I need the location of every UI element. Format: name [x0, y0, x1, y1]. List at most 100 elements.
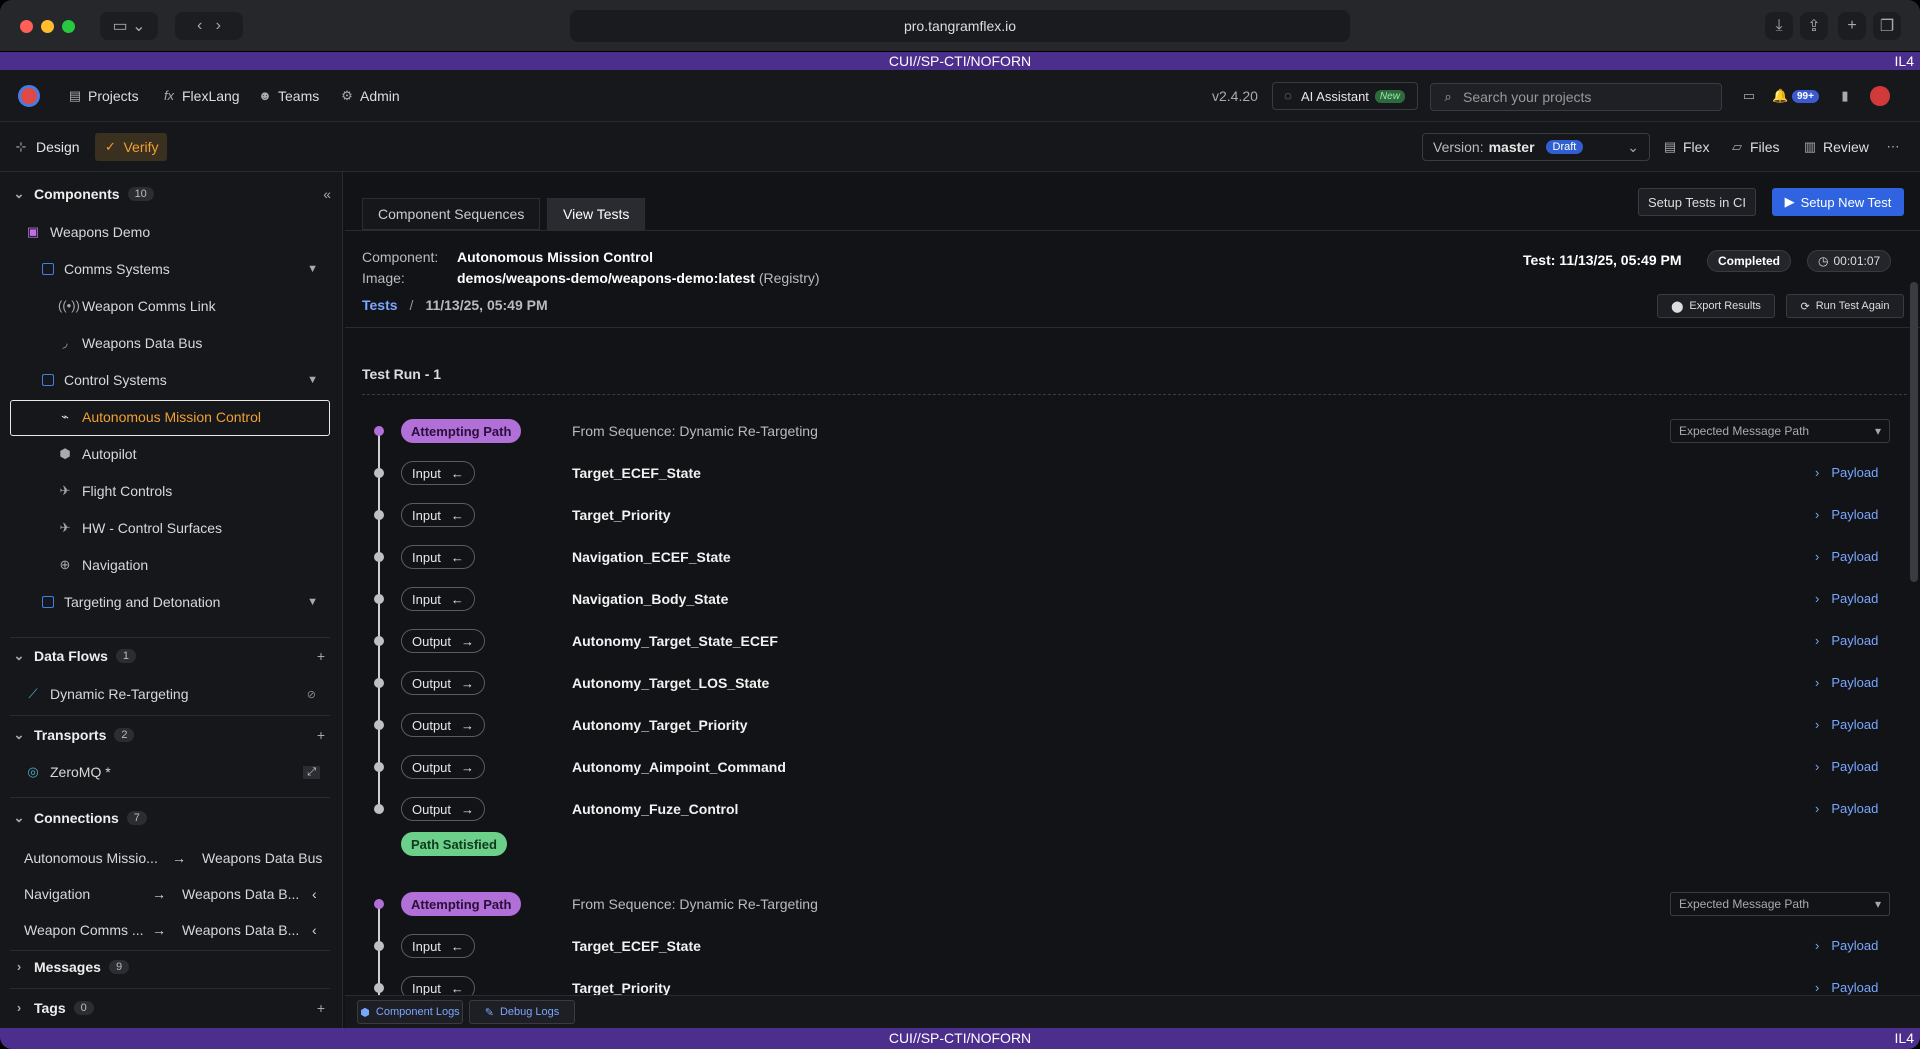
group-icon: [42, 596, 54, 608]
tab-component-sequences[interactable]: Component Sequences: [362, 198, 541, 230]
payload-toggle[interactable]: › Payload: [1815, 507, 1878, 522]
add-data-flow-icon[interactable]: +: [317, 648, 325, 664]
tabs-overview-icon[interactable]: ❐: [1873, 12, 1901, 40]
review-button[interactable]: ▥ Review: [1803, 122, 1869, 172]
connection-to: Weapons Data Bus: [202, 850, 323, 866]
payload-toggle[interactable]: › Payload: [1815, 717, 1878, 732]
sidebar-toggle-icon[interactable]: ▭ ⌄: [100, 12, 158, 40]
tree-item-hw-control-surfaces[interactable]: ✈ HW - Control Surfaces: [58, 520, 223, 536]
logo-icon[interactable]: [18, 70, 40, 122]
share-icon[interactable]: ⇪: [1800, 12, 1828, 40]
connection-item[interactable]: Navigation → Weapons Data B... ‹: [24, 886, 317, 902]
payload-toggle[interactable]: › Payload: [1815, 591, 1878, 606]
docs-icon[interactable]: ▮: [1838, 70, 1852, 122]
files-button[interactable]: ▱ Files: [1730, 122, 1780, 172]
download-icon[interactable]: ⤓: [1765, 12, 1793, 40]
payload-toggle[interactable]: › Payload: [1815, 759, 1878, 774]
edit-icon[interactable]: ⤢: [303, 765, 320, 779]
more-icon[interactable]: ⋯: [1886, 122, 1900, 172]
section-divider: [10, 988, 330, 989]
notifications-button[interactable]: 🔔 99+: [1772, 70, 1819, 122]
debug-logs-button[interactable]: ✎ Debug Logs: [469, 1000, 575, 1024]
close-window-button[interactable]: [20, 20, 33, 33]
tree-item-autonomous-mission-control[interactable]: ⌁ Autonomous Mission Control: [58, 409, 261, 425]
components-section-header[interactable]: ⌄ Components 10 «: [0, 186, 343, 202]
tab-label: Component Sequences: [378, 206, 525, 222]
section-divider: [10, 797, 330, 798]
timeline-dot: [374, 678, 384, 688]
nav-admin[interactable]: ⚙ Admin: [340, 70, 400, 122]
chat-icon: ◌: [1284, 88, 1292, 103]
back-forward-icon[interactable]: ‹ ›: [175, 12, 243, 40]
group-comms-systems[interactable]: Comms Systems ▼: [42, 261, 318, 277]
transport-item[interactable]: ◎ ZeroMQ * ⤢: [26, 764, 320, 780]
connection-item[interactable]: Autonomous Missio... → Weapons Data Bus: [24, 850, 322, 866]
data-flow-item[interactable]: ⟋ Dynamic Re-Targeting ⊘: [26, 686, 316, 702]
app-version: v2.4.20: [1212, 88, 1258, 104]
payload-toggle[interactable]: › Payload: [1815, 980, 1878, 995]
rss-icon: ◞: [62, 335, 68, 350]
nav-projects[interactable]: ▤ Projects: [68, 70, 139, 122]
verify-button[interactable]: ✓ Verify: [95, 133, 167, 161]
group-control-systems[interactable]: Control Systems ▼: [42, 372, 318, 388]
search-input[interactable]: ⌕ Search your projects: [1430, 83, 1722, 111]
design-button[interactable]: ⊹ Design: [14, 133, 80, 161]
chevron-left-icon: ‹: [312, 922, 317, 938]
connection-item[interactable]: Weapon Comms ... → Weapons Data B... ‹: [24, 922, 317, 938]
expected-message-path-select[interactable]: Expected Message Path ▾: [1670, 419, 1890, 443]
setup-tests-ci-button[interactable]: Setup Tests in CI: [1638, 188, 1756, 216]
chevron-down-icon[interactable]: ⌄: [1627, 139, 1639, 156]
expected-message-path-select[interactable]: Expected Message Path ▾: [1670, 892, 1890, 916]
payload-toggle[interactable]: › Payload: [1815, 675, 1878, 690]
timeline-dot: [374, 468, 384, 478]
payload-toggle[interactable]: › Payload: [1815, 633, 1878, 648]
version-selector[interactable]: Version: master Draft ⌄: [1422, 133, 1650, 161]
tree-item-weapons-data-bus[interactable]: ◞ Weapons Data Bus: [58, 335, 202, 351]
tree-item-autopilot[interactable]: ⬢ Autopilot: [58, 446, 136, 462]
setup-new-test-button[interactable]: ▶ Setup New Test: [1772, 188, 1904, 216]
avatar[interactable]: [1870, 70, 1890, 122]
data-flows-title: Data Flows: [34, 648, 108, 664]
collapse-sidebar-icon[interactable]: «: [323, 186, 331, 202]
add-tag-icon[interactable]: +: [317, 1000, 325, 1016]
messages-section-header[interactable]: › Messages 9: [0, 959, 343, 975]
chevron-right-icon: ›: [1815, 717, 1820, 732]
transports-section-header[interactable]: ⌄ Transports 2 +: [0, 727, 343, 743]
nav-flexlang[interactable]: fx FlexLang: [162, 70, 240, 122]
export-label: Export Results: [1689, 300, 1761, 312]
component-logs-button[interactable]: ⬢ Component Logs: [357, 1000, 463, 1024]
run-test-again-button[interactable]: ⟳ Run Test Again: [1786, 294, 1904, 318]
ai-assistant-button[interactable]: ◌ AI Assistant New: [1272, 82, 1418, 110]
eye-off-icon[interactable]: ⊘: [307, 688, 316, 701]
address-bar[interactable]: pro.tangramflex.io: [570, 10, 1350, 42]
wrench-icon: ✎: [484, 1006, 494, 1019]
nav-teams[interactable]: ☻ Teams: [258, 70, 319, 122]
connections-section-header[interactable]: ⌄ Connections 7: [0, 810, 343, 826]
tree-item-weapon-comms-link[interactable]: ((•)) Weapon Comms Link: [58, 298, 216, 314]
breadcrumb-tests-link[interactable]: Tests: [362, 297, 398, 313]
flex-button[interactable]: ▤ Flex: [1663, 122, 1710, 172]
tags-section-header[interactable]: › Tags 0 +: [0, 1000, 343, 1016]
minimize-window-button[interactable]: [41, 20, 54, 33]
timeline-dot: [374, 941, 384, 951]
payload-toggle[interactable]: › Payload: [1815, 801, 1878, 816]
scrollbar[interactable]: [1910, 282, 1918, 582]
maximize-window-button[interactable]: [62, 20, 75, 33]
payload-toggle[interactable]: › Payload: [1815, 465, 1878, 480]
nav-flexlang-label: FlexLang: [182, 88, 240, 104]
new-tab-icon[interactable]: +: [1838, 12, 1866, 40]
tab-divider: [345, 230, 1920, 231]
export-results-button[interactable]: ⬤ Export Results: [1657, 294, 1775, 318]
payload-toggle[interactable]: › Payload: [1815, 549, 1878, 564]
tree-item-navigation[interactable]: ⊕ Navigation: [58, 557, 149, 573]
tree-item-flight-controls[interactable]: ✈ Flight Controls: [58, 483, 173, 499]
tab-view-tests[interactable]: View Tests: [547, 198, 646, 230]
header-divider: [345, 327, 1920, 328]
group-targeting-and-detonation[interactable]: Targeting and Detonation ▼: [42, 594, 318, 610]
project-item[interactable]: ▣ Weapons Demo: [26, 224, 150, 240]
data-flows-section-header[interactable]: ⌄ Data Flows 1 +: [0, 648, 343, 664]
payload-label: Payload: [1831, 507, 1879, 522]
add-transport-icon[interactable]: +: [317, 727, 325, 743]
inbox-icon[interactable]: ▭: [1742, 70, 1756, 122]
payload-toggle[interactable]: › Payload: [1815, 938, 1878, 953]
